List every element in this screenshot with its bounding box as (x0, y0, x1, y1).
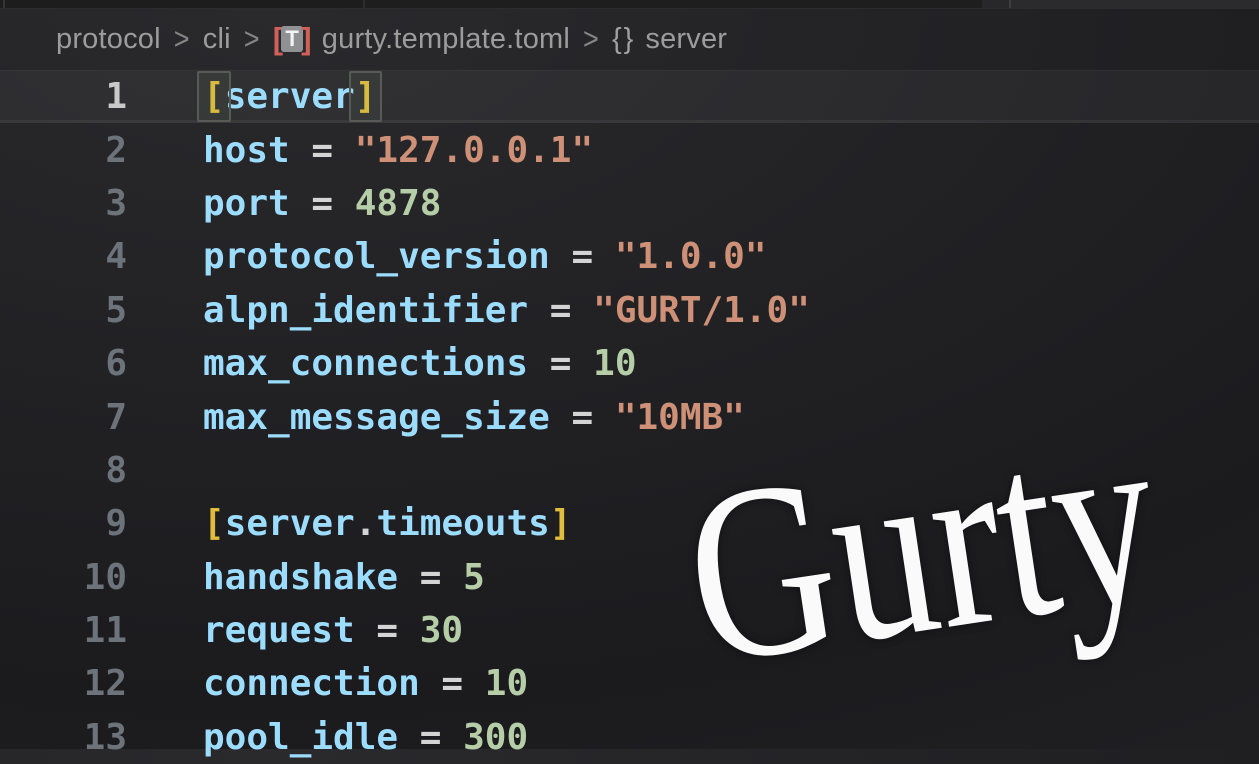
token-num: 5 (463, 557, 485, 598)
token-key: server (225, 503, 355, 544)
bracket-match-highlight: [ (203, 76, 225, 117)
chevron-right-icon: > (244, 22, 260, 57)
breadcrumb-item-file[interactable]: gurty.template.toml (322, 23, 570, 56)
code-line[interactable]: connection = 10 (203, 663, 528, 704)
toml-icon-bracket: ] (301, 21, 312, 57)
line-number: 4 (0, 236, 127, 277)
code-editor[interactable]: 1[server]2host = "127.0.0.1"3port = 4878… (0, 70, 1259, 764)
token-num: 10 (485, 663, 528, 704)
code-row[interactable]: 9 [server.timeouts] (0, 497, 1259, 550)
tab-bar (0, 0, 1259, 8)
line-number: 10 (0, 557, 127, 598)
code-row[interactable]: 13 pool_idle = 300 (0, 711, 1259, 764)
token-bracket: [ (203, 76, 225, 117)
token-key: connection (203, 663, 420, 704)
token-bracket: ] (550, 503, 572, 544)
code-line[interactable]: request = 30 (203, 610, 463, 651)
code-line[interactable]: host = "127.0.0.1" (203, 130, 593, 171)
token-op: = (398, 557, 463, 598)
code-line[interactable]: pool_idle = 300 (203, 717, 528, 758)
token-op: = (398, 717, 463, 758)
code-line[interactable]: [server] (203, 76, 376, 117)
chevron-right-icon: > (174, 22, 190, 57)
line-number: 6 (0, 343, 127, 384)
token-bracket: ] (355, 76, 377, 117)
breadcrumb-item-protocol[interactable]: protocol (56, 23, 161, 56)
token-num: 10 (593, 343, 636, 384)
toml-icon-letter: T (281, 26, 303, 52)
token-num: 30 (420, 610, 463, 651)
code-line[interactable]: max_connections = 10 (203, 343, 637, 384)
token-bracket: [ (203, 503, 225, 544)
line-number: 5 (0, 290, 127, 331)
token-str: "127.0.0.1" (355, 130, 593, 171)
line-number: 12 (0, 663, 127, 704)
line-number: 7 (0, 397, 127, 438)
code-row[interactable]: 3 port = 4878 (0, 177, 1259, 230)
tab-segment[interactable] (0, 0, 363, 8)
code-row[interactable]: 1 [server] (0, 70, 1259, 123)
tab-segment[interactable] (365, 0, 982, 8)
token-num: 300 (463, 717, 528, 758)
line-number: 11 (0, 610, 127, 651)
breadcrumb: protocol > cli > [T] gurty.template.toml… (0, 9, 1259, 69)
breadcrumb-item-symbol[interactable]: server (645, 23, 727, 56)
code-row[interactable]: 2 host = "127.0.0.1" (0, 123, 1259, 176)
code-row[interactable]: 5 alpn_identifier = "GURT/1.0" (0, 284, 1259, 337)
token-op: = (290, 183, 355, 224)
code-line[interactable]: alpn_identifier = "GURT/1.0" (203, 290, 810, 331)
code-row[interactable]: 8 (0, 444, 1259, 497)
token-key: protocol_version (203, 236, 550, 277)
chevron-right-icon: > (583, 22, 599, 57)
code-line[interactable]: protocol_version = "1.0.0" (203, 236, 767, 277)
token-str: "10MB" (615, 397, 745, 438)
toml-file-icon: [T] (273, 21, 312, 57)
token-op: = (528, 290, 593, 331)
code-line[interactable]: [server.timeouts] (203, 503, 572, 544)
code-row[interactable]: 12 connection = 10 (0, 657, 1259, 710)
bracket-match-highlight: ] (355, 76, 377, 117)
token-key: max_connections (203, 343, 528, 384)
code-row[interactable]: 11 request = 30 (0, 604, 1259, 657)
token-key: host (203, 130, 290, 171)
code-row[interactable]: 6 max_connections = 10 (0, 337, 1259, 390)
line-number: 1 (0, 76, 127, 117)
line-number: 13 (0, 717, 127, 758)
token-op: = (355, 610, 420, 651)
line-number: 3 (0, 183, 127, 224)
code-line[interactable]: handshake = 5 (203, 557, 485, 598)
token-op: = (550, 397, 615, 438)
token-op: = (550, 236, 615, 277)
token-str: "GURT/1.0" (593, 290, 810, 331)
token-str: "1.0.0" (615, 236, 767, 277)
token-num: 4878 (355, 183, 442, 224)
token-op: = (420, 663, 485, 704)
code-line[interactable]: port = 4878 (203, 183, 441, 224)
token-key: pool_idle (203, 717, 398, 758)
code-row[interactable]: 7 max_message_size = "10MB" (0, 390, 1259, 443)
token-key: timeouts (376, 503, 549, 544)
token-punct: . (355, 503, 377, 544)
breadcrumb-item-cli[interactable]: cli (203, 23, 231, 56)
tab-segment[interactable] (982, 0, 1009, 8)
line-number: 9 (0, 503, 127, 544)
tab-divider (3, 0, 5, 8)
line-number: 8 (0, 450, 127, 491)
token-key: server (225, 76, 355, 117)
token-key: handshake (203, 557, 398, 598)
token-key: max_message_size (203, 397, 550, 438)
token-key: port (203, 183, 290, 224)
tab-segment[interactable] (1011, 0, 1259, 8)
symbol-braces-icon: {} (612, 23, 635, 56)
code-row[interactable]: 10 handshake = 5 (0, 551, 1259, 604)
token-op: = (528, 343, 593, 384)
line-number: 2 (0, 130, 127, 171)
code-line[interactable]: max_message_size = "10MB" (203, 397, 745, 438)
code-row[interactable]: 4 protocol_version = "1.0.0" (0, 230, 1259, 283)
token-op: = (290, 130, 355, 171)
token-key: request (203, 610, 355, 651)
token-key: alpn_identifier (203, 290, 528, 331)
